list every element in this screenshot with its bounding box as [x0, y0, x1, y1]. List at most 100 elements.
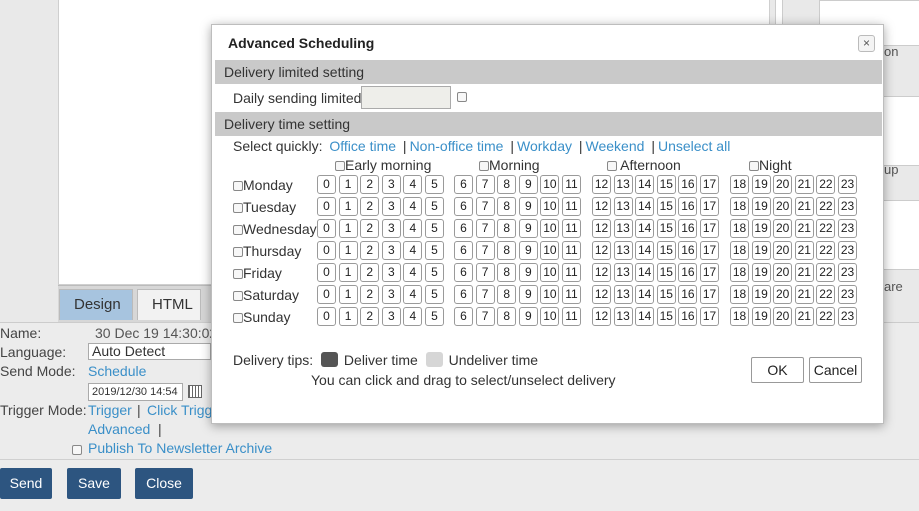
- day-label[interactable]: Friday: [233, 265, 282, 281]
- hour-cell[interactable]: 7: [475, 197, 495, 216]
- day-checkbox[interactable]: [233, 181, 243, 192]
- hour-cell[interactable]: 16: [678, 241, 698, 260]
- hour-cell[interactable]: 3: [381, 241, 401, 260]
- hour-cell[interactable]: 0: [317, 285, 336, 304]
- hour-cell[interactable]: 8: [497, 175, 517, 194]
- hour-cell[interactable]: 19: [751, 307, 771, 326]
- hour-cell[interactable]: 0: [317, 263, 336, 282]
- hour-cell[interactable]: 8: [497, 241, 517, 260]
- hour-cell[interactable]: 15: [656, 197, 676, 216]
- language-select[interactable]: Auto Detect: [88, 343, 211, 360]
- hour-cell[interactable]: 2: [360, 197, 380, 216]
- hour-cell[interactable]: 1: [338, 241, 358, 260]
- hour-cell[interactable]: 18: [730, 241, 749, 260]
- schedule-date-input[interactable]: 2019/12/30 14:54: [88, 383, 183, 401]
- calendar-icon[interactable]: [188, 385, 202, 398]
- hour-cell[interactable]: 18: [730, 197, 749, 216]
- hour-cell[interactable]: 12: [592, 197, 611, 216]
- hour-cell[interactable]: 5: [425, 241, 444, 260]
- hour-cell[interactable]: 6: [454, 219, 473, 238]
- hour-cell[interactable]: 10: [540, 307, 560, 326]
- hour-cell[interactable]: 15: [656, 263, 676, 282]
- hour-cell[interactable]: 3: [381, 219, 401, 238]
- hour-cell[interactable]: 8: [497, 219, 517, 238]
- hour-cell[interactable]: 21: [794, 197, 814, 216]
- hour-cell[interactable]: 3: [381, 263, 401, 282]
- group-afternoon[interactable]: Afternoon: [607, 157, 681, 173]
- hour-cell[interactable]: 22: [816, 307, 836, 326]
- hour-cell[interactable]: 13: [613, 219, 633, 238]
- day-label[interactable]: Sunday: [233, 309, 290, 325]
- hour-cell[interactable]: 13: [613, 285, 633, 304]
- hour-cell[interactable]: 8: [497, 197, 517, 216]
- publish-checkbox[interactable]: [72, 445, 82, 455]
- tab-design[interactable]: Design: [59, 289, 133, 320]
- hour-cell[interactable]: 16: [678, 285, 698, 304]
- hour-cell[interactable]: 18: [730, 307, 749, 326]
- hour-cell[interactable]: 17: [700, 307, 719, 326]
- hour-cell[interactable]: 1: [338, 175, 358, 194]
- hour-cell[interactable]: 14: [635, 241, 655, 260]
- tab-html[interactable]: HTML: [137, 289, 201, 320]
- hour-cell[interactable]: 10: [540, 219, 560, 238]
- hour-cell[interactable]: 5: [425, 307, 444, 326]
- hour-cell[interactable]: 20: [773, 175, 793, 194]
- hour-cell[interactable]: 7: [475, 263, 495, 282]
- hour-cell[interactable]: 9: [518, 197, 538, 216]
- hour-cell[interactable]: 21: [794, 175, 814, 194]
- hour-cell[interactable]: 2: [360, 263, 380, 282]
- hour-cell[interactable]: 9: [518, 241, 538, 260]
- hour-cell[interactable]: 6: [454, 175, 473, 194]
- quick-weekend[interactable]: Weekend: [586, 138, 645, 154]
- hour-cell[interactable]: 7: [475, 175, 495, 194]
- hour-cell[interactable]: 19: [751, 241, 771, 260]
- day-checkbox[interactable]: [233, 203, 243, 214]
- group-checkbox[interactable]: [607, 161, 617, 172]
- hour-cell[interactable]: 8: [497, 263, 517, 282]
- hour-cell[interactable]: 2: [360, 175, 380, 194]
- hour-cell[interactable]: 7: [475, 285, 495, 304]
- quick-non-office-time[interactable]: Non-office time: [410, 138, 504, 154]
- hour-cell[interactable]: 11: [562, 241, 581, 260]
- hour-cell[interactable]: 17: [700, 219, 719, 238]
- hour-cell[interactable]: 4: [403, 197, 423, 216]
- click-trigger-link[interactable]: Click Trigg: [147, 402, 212, 418]
- hour-cell[interactable]: 8: [497, 285, 517, 304]
- hour-cell[interactable]: 9: [518, 263, 538, 282]
- hour-cell[interactable]: 5: [425, 219, 444, 238]
- day-label[interactable]: Wednesday: [233, 221, 317, 237]
- hour-cell[interactable]: 11: [562, 307, 581, 326]
- hour-cell[interactable]: 23: [838, 307, 857, 326]
- hour-cell[interactable]: 6: [454, 241, 473, 260]
- hour-cell[interactable]: 4: [403, 307, 423, 326]
- hour-cell[interactable]: 5: [425, 263, 444, 282]
- hour-cell[interactable]: 1: [338, 285, 358, 304]
- hour-cell[interactable]: 11: [562, 197, 581, 216]
- hour-cell[interactable]: 16: [678, 307, 698, 326]
- hour-cell[interactable]: 22: [816, 175, 836, 194]
- hour-cell[interactable]: 19: [751, 175, 771, 194]
- hour-cell[interactable]: 10: [540, 175, 560, 194]
- hour-cell[interactable]: 10: [540, 197, 560, 216]
- quick-unselect-all[interactable]: Unselect all: [658, 138, 730, 154]
- day-checkbox[interactable]: [233, 291, 243, 302]
- hour-cell[interactable]: 17: [700, 285, 719, 304]
- quick-workday[interactable]: Workday: [517, 138, 572, 154]
- hour-cell[interactable]: 1: [338, 307, 358, 326]
- day-label[interactable]: Thursday: [233, 243, 301, 259]
- hour-cell[interactable]: 1: [338, 219, 358, 238]
- hour-cell[interactable]: 9: [518, 285, 538, 304]
- hour-cell[interactable]: 9: [518, 175, 538, 194]
- hour-cell[interactable]: 15: [656, 307, 676, 326]
- group-checkbox[interactable]: [479, 161, 489, 172]
- hour-cell[interactable]: 21: [794, 263, 814, 282]
- hour-cell[interactable]: 15: [656, 241, 676, 260]
- hour-cell[interactable]: 7: [475, 307, 495, 326]
- hour-cell[interactable]: 7: [475, 241, 495, 260]
- hour-cell[interactable]: 21: [794, 219, 814, 238]
- hour-cell[interactable]: 5: [425, 285, 444, 304]
- day-checkbox[interactable]: [233, 247, 243, 258]
- hour-cell[interactable]: 18: [730, 175, 749, 194]
- quick-office-time[interactable]: Office time: [329, 138, 396, 154]
- publish-archive-link[interactable]: Publish To Newsletter Archive: [88, 440, 272, 456]
